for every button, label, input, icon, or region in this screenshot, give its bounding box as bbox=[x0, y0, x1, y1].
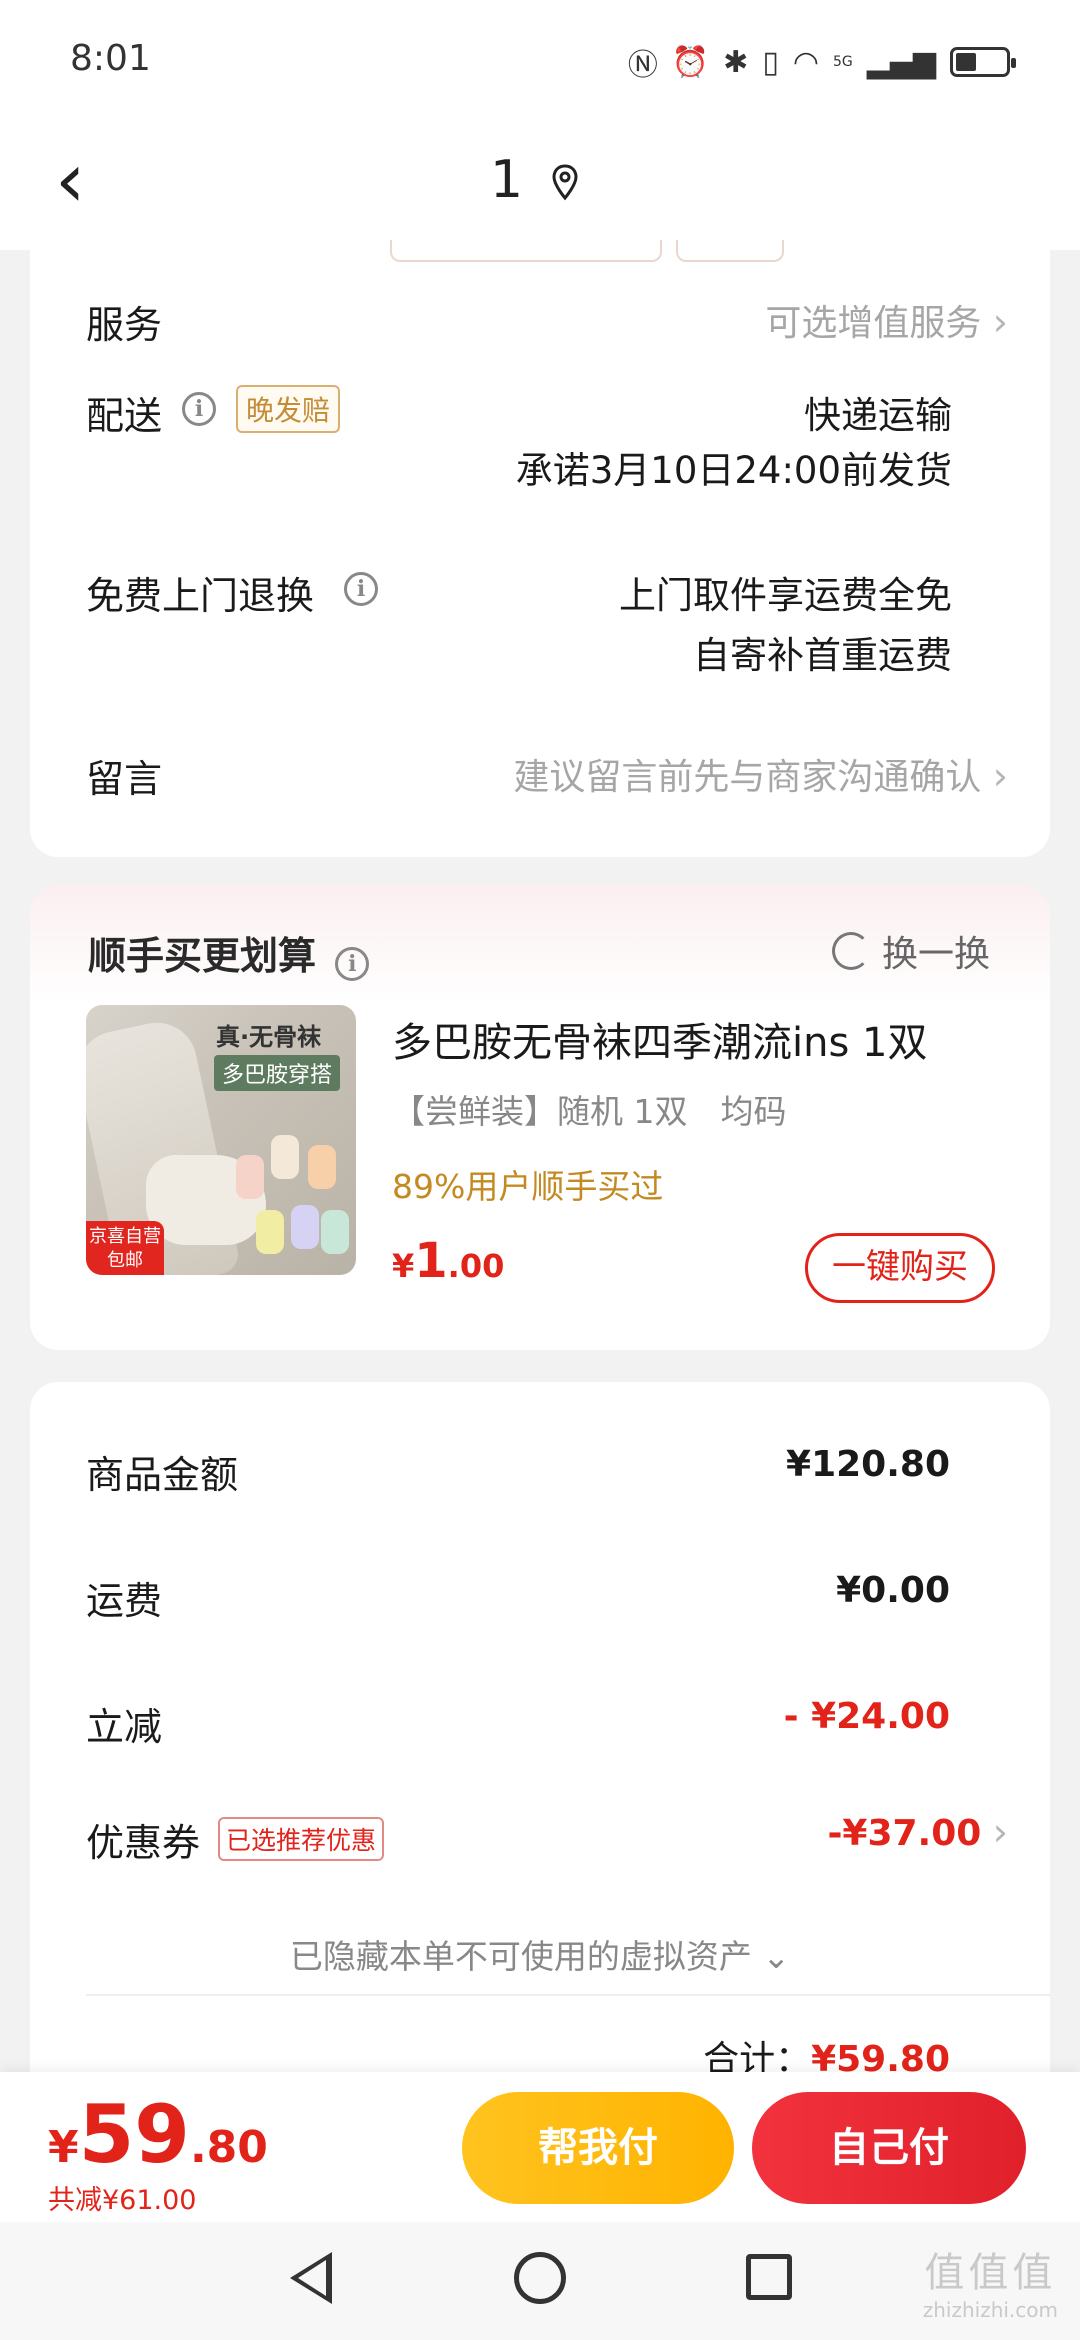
product-spec: 【尝鲜装】随机 1双 均码 bbox=[392, 1092, 787, 1131]
discount-label: 立减 bbox=[86, 1705, 163, 1749]
recommend-card: 顺手买更划算 i 换一换 真·无骨袜 多巴胺穿搭 京喜自营 包邮 多巴胺无骨袜四… bbox=[30, 885, 1050, 1350]
image-label: 多巴胺穿搭 bbox=[214, 1055, 341, 1091]
status-bar: 8:01 Ⓝ ⏰ ✱ ▯ ◠ 5G ▂▄▆ bbox=[0, 0, 1080, 120]
address-card-edge bbox=[390, 240, 662, 262]
system-nav-bar: 值值值 zhizhizhi.com bbox=[0, 2222, 1080, 2340]
help-me-pay-button[interactable]: 帮我付 bbox=[462, 2092, 734, 2204]
order-options-card: 服务 可选增值服务 › 配送 i 晚发赔 快递运输 承诺3月10日24:00前发… bbox=[30, 230, 1050, 857]
battery-icon bbox=[950, 47, 1016, 77]
service-label: 服务 bbox=[86, 303, 163, 347]
pay-price-decimal: .80 bbox=[189, 2122, 268, 2173]
refresh-icon bbox=[831, 932, 870, 970]
image-sock-purple bbox=[291, 1205, 319, 1249]
recommend-title: 顺手买更划算 i bbox=[88, 925, 370, 981]
price-integer: 1 bbox=[414, 1233, 448, 1289]
watermark-logo: 值值值 bbox=[924, 2250, 1057, 2296]
wifi-icon: ◠ bbox=[792, 44, 820, 80]
image-sock-yellow bbox=[256, 1210, 284, 1254]
service-value: 可选增值服务 bbox=[765, 303, 982, 344]
recommend-title-text: 顺手买更划算 bbox=[88, 934, 317, 978]
price-summary-card: 商品金额 ¥120.80 运费 ¥0.00 立减 - ¥24.00 优惠券 已选… bbox=[30, 1382, 1050, 2082]
free-shipping-badge: 京喜自营 包邮 bbox=[86, 1221, 164, 1275]
delivery-method: 快递运输 bbox=[804, 394, 952, 437]
product-image[interactable]: 真·无骨袜 多巴胺穿搭 京喜自营 包邮 bbox=[86, 1005, 356, 1275]
image-sock-green bbox=[321, 1210, 349, 1254]
price-decimal: .00 bbox=[447, 1247, 505, 1285]
checkout-bar: ¥59.80 共减¥61.00 帮我付 自己付 bbox=[0, 2072, 1080, 2222]
message-placeholder: 建议留言前先与商家沟通确认 bbox=[513, 757, 982, 798]
network-type: 5G bbox=[833, 54, 853, 70]
free-return-line1: 上门取件享运费全免 bbox=[619, 574, 952, 617]
pay-price-currency: ¥ bbox=[48, 2122, 79, 2173]
message-input[interactable]: 建议留言前先与商家沟通确认 › bbox=[513, 748, 1008, 800]
nfc-icon: Ⓝ bbox=[627, 48, 658, 83]
chevron-down-icon: ⌄ bbox=[762, 1937, 791, 1976]
alarm-icon: ⏰ bbox=[671, 44, 710, 80]
system-back-icon[interactable] bbox=[290, 2252, 332, 2304]
service-row[interactable]: 可选增值服务 › bbox=[765, 294, 1008, 346]
image-sock-orange bbox=[308, 1145, 336, 1189]
product-price: ¥1.00 bbox=[392, 1233, 504, 1289]
shipping-label: 运费 bbox=[86, 1579, 163, 1623]
address-tag-edge bbox=[676, 240, 784, 262]
pay-myself-button[interactable]: 自己付 bbox=[752, 2092, 1026, 2204]
divider bbox=[86, 1994, 1050, 1996]
pay-price-integer: 59 bbox=[78, 2088, 190, 2181]
back-icon[interactable]: ‹ bbox=[55, 142, 85, 218]
system-recents-icon[interactable] bbox=[746, 2254, 792, 2300]
coupon-value: -¥37.00 bbox=[827, 1813, 982, 1854]
shipping-value: ¥0.00 bbox=[836, 1570, 950, 1611]
one-click-buy-button[interactable]: 一键购买 bbox=[805, 1233, 995, 1303]
free-return-label: 免费上门退换 bbox=[86, 574, 315, 618]
coupon-label: 优惠券 bbox=[86, 1821, 201, 1865]
coupon-row[interactable]: -¥37.00 › bbox=[827, 1810, 1008, 1854]
system-home-icon[interactable] bbox=[514, 2252, 566, 2304]
page-title: 1 bbox=[490, 150, 524, 210]
total-saved: 共减¥61.00 bbox=[48, 2185, 197, 2216]
signal-icon: ▂▄▆ bbox=[866, 44, 936, 80]
message-label: 留言 bbox=[86, 757, 163, 801]
image-caption: 真·无骨袜 bbox=[216, 1023, 322, 1051]
hidden-assets-text: 已隐藏本单不可使用的虚拟资产 bbox=[289, 1937, 752, 1976]
delivery-info-icon[interactable]: i bbox=[182, 392, 216, 426]
recommend-info-icon[interactable]: i bbox=[335, 947, 370, 981]
chevron-right-icon: › bbox=[992, 300, 1008, 344]
hidden-assets-toggle[interactable]: 已隐藏本单不可使用的虚拟资产 ⌄ bbox=[30, 1930, 1050, 1978]
goods-amount-label: 商品金额 bbox=[86, 1453, 239, 1497]
swap-button[interactable]: 换一换 bbox=[831, 925, 990, 977]
late-compensation-tag: 晚发赔 bbox=[236, 385, 341, 433]
delivery-label: 配送 bbox=[86, 394, 163, 438]
image-sock-cream bbox=[271, 1135, 299, 1179]
price-currency: ¥ bbox=[392, 1247, 415, 1285]
watermark: 值值值 zhizhizhi.com bbox=[923, 2240, 1058, 2322]
status-time: 8:01 bbox=[70, 38, 151, 79]
free-return-info-icon[interactable]: i bbox=[344, 572, 378, 606]
product-rate: 89%用户顺手买过 bbox=[392, 1167, 664, 1206]
watermark-url: zhizhizhi.com bbox=[922, 2298, 1058, 2322]
pay-price: ¥59.80 bbox=[48, 2088, 268, 2181]
product-title[interactable]: 多巴胺无骨袜四季潮流ins 1双 bbox=[392, 1010, 927, 1068]
image-sock-pink bbox=[236, 1155, 264, 1199]
vibrate-icon: ▯ bbox=[762, 44, 779, 80]
chevron-right-icon: › bbox=[992, 754, 1008, 798]
status-icons: Ⓝ ⏰ ✱ ▯ ◠ 5G ▂▄▆ bbox=[627, 40, 1016, 84]
swap-label: 换一换 bbox=[881, 934, 990, 975]
free-return-line2: 自寄补首重运费 bbox=[693, 634, 952, 677]
coupon-tag: 已选推荐优惠 bbox=[218, 1817, 385, 1861]
delivery-promise: 承诺3月10日24:00前发货 bbox=[515, 449, 952, 492]
bluetooth-icon: ✱ bbox=[723, 44, 749, 80]
goods-amount-value: ¥120.80 bbox=[786, 1444, 950, 1485]
location-icon[interactable] bbox=[550, 163, 580, 203]
chevron-right-icon: › bbox=[992, 1810, 1008, 1854]
discount-value: - ¥24.00 bbox=[783, 1696, 950, 1737]
